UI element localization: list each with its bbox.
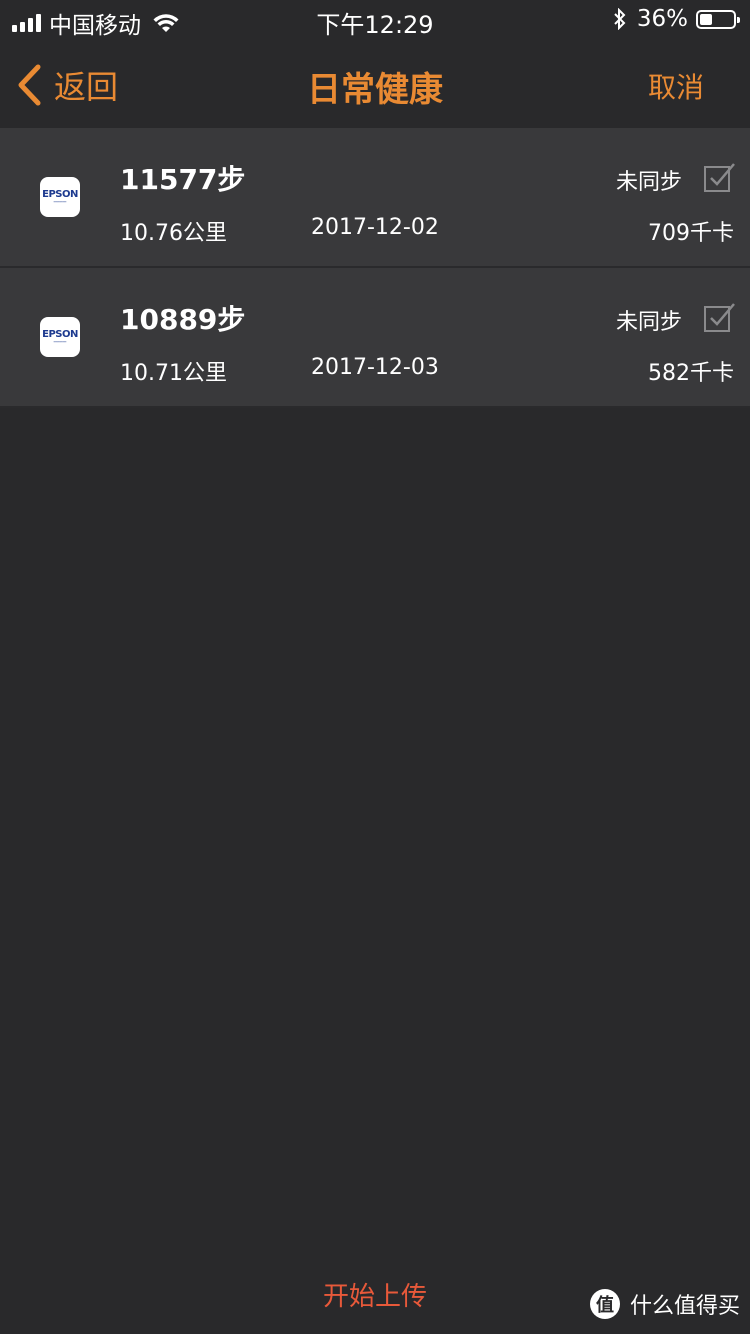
watermark: 值 什么值得买: [589, 1288, 740, 1320]
distance-value: 10.76公里: [120, 221, 227, 246]
sync-status: 未同步: [615, 310, 682, 335]
status-right: 36%: [613, 6, 740, 32]
status-bar: 中国移动 下午12:29 36%: [0, 0, 750, 40]
screen: 中国移动 下午12:29 36% 返回 日常健康 取消 EPSON ━━━━━━…: [0, 0, 750, 1334]
steps-value: 11577步: [120, 163, 246, 196]
calories-value: 709千卡: [648, 221, 734, 246]
record-list: EPSON ━━━━━━━ 11577步 未同步 10.76公里 2017-12…: [0, 128, 750, 408]
list-item[interactable]: EPSON ━━━━━━━ 11577步 未同步 10.76公里 2017-12…: [0, 128, 750, 268]
calories-value: 582千卡: [648, 361, 734, 386]
battery-percent: 36%: [636, 6, 688, 32]
cancel-button[interactable]: 取消: [648, 66, 704, 106]
epson-logo-icon: EPSON ━━━━━━━: [40, 177, 80, 217]
checkbox-checked-icon[interactable]: [704, 162, 736, 192]
nav-bar: 返回 日常健康 取消: [0, 40, 750, 128]
date-value: 2017-12-02: [311, 215, 439, 240]
page-title: 日常健康: [307, 70, 443, 110]
list-item[interactable]: EPSON ━━━━━━━ 10889步 未同步 10.71公里 2017-12…: [0, 268, 750, 408]
steps-value: 10889步: [120, 303, 246, 336]
distance-value: 10.71公里: [120, 361, 227, 386]
bluetooth-icon: [614, 8, 626, 30]
sync-status: 未同步: [615, 170, 682, 195]
checkbox-checked-icon[interactable]: [704, 302, 736, 332]
watermark-badge: 值: [589, 1289, 620, 1319]
battery-fill: [700, 13, 712, 25]
battery-icon: [696, 9, 740, 29]
date-value: 2017-12-03: [311, 355, 439, 380]
watermark-text: 什么值得买: [629, 1294, 740, 1319]
epson-logo-icon: EPSON ━━━━━━━: [40, 317, 80, 357]
